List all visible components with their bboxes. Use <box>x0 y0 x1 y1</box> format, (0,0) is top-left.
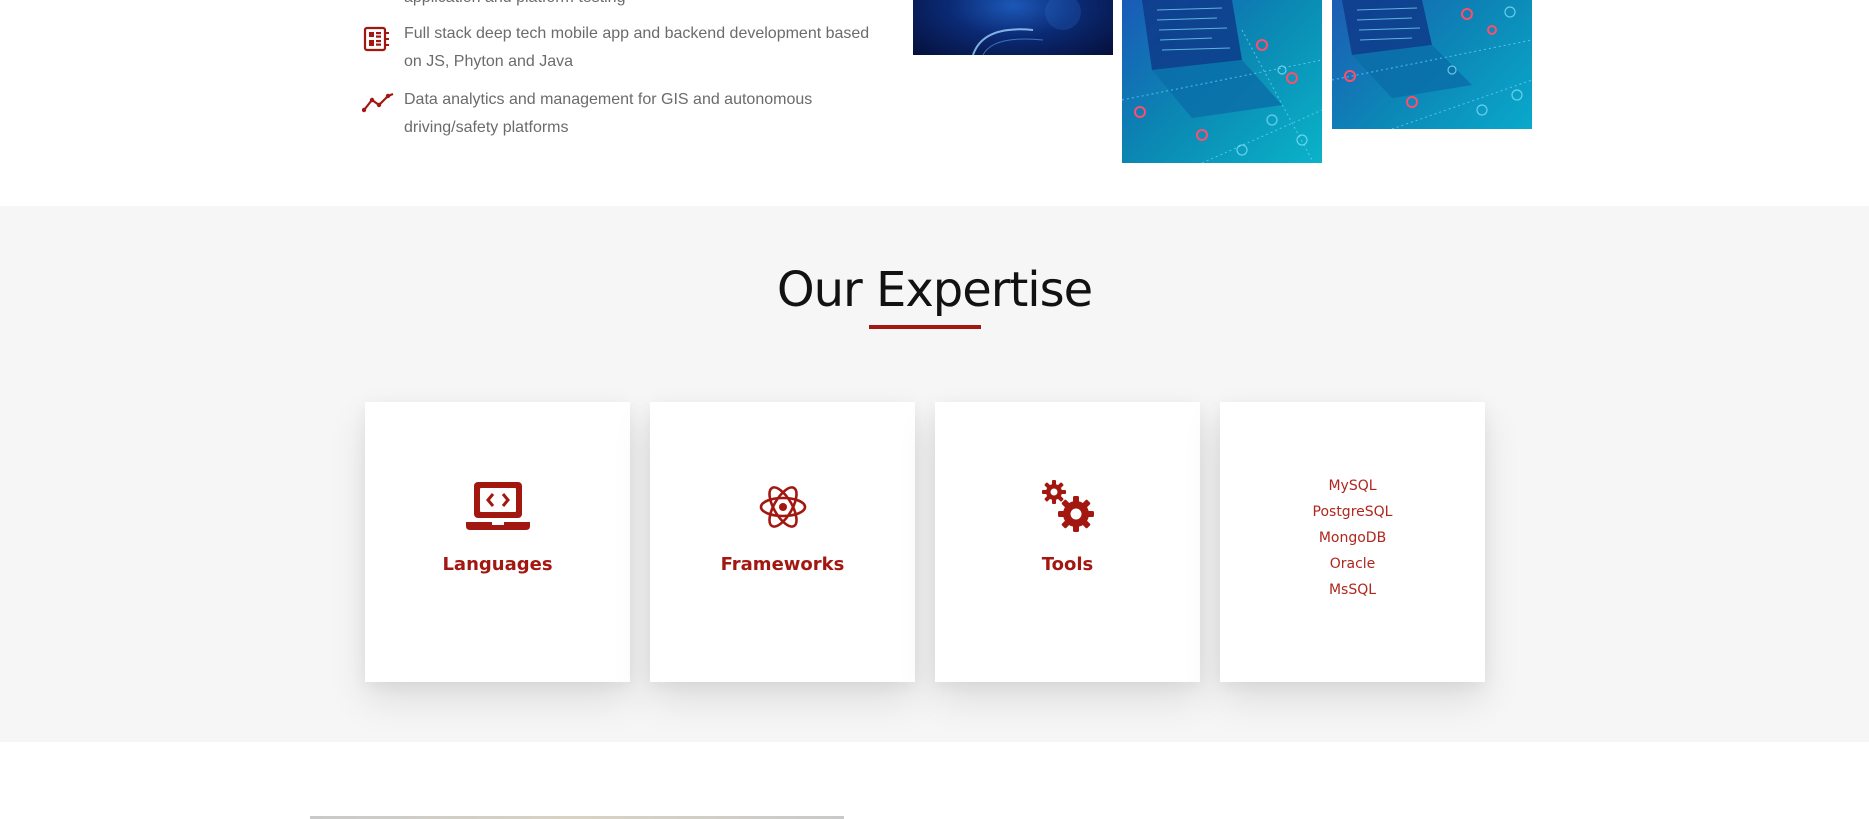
laptop-code-icon <box>465 480 530 537</box>
feature-item-testing: application and platform testing <box>360 0 880 10</box>
expertise-section: Our Expertise Languages Frameworks Tools… <box>0 206 1869 742</box>
card-label: Frameworks <box>720 554 845 575</box>
section-title: Our Expertise <box>776 262 1093 318</box>
card-tools[interactable]: Tools <box>935 402 1200 682</box>
card-label: Tools <box>1041 554 1094 575</box>
tech-image-globe <box>913 0 1113 55</box>
atom-icon <box>757 480 809 539</box>
database-item: Oracle <box>1329 556 1376 572</box>
feature-item-analytics: Data analytics and management for GIS an… <box>360 86 880 142</box>
card-languages[interactable]: Languages <box>365 402 630 682</box>
card-databases[interactable]: MySQL PostgreSQL MongoDB Oracle MsSQL <box>1220 402 1485 682</box>
database-item: MySQL <box>1328 478 1377 494</box>
tech-image-laptop <box>1122 0 1322 163</box>
database-list: MySQL PostgreSQL MongoDB Oracle MsSQL <box>1220 473 1485 603</box>
feature-text: application and platform testing <box>404 0 880 12</box>
feature-text: Data analytics and management for GIS an… <box>404 91 813 136</box>
gears-icon <box>1041 480 1094 537</box>
database-item: PostgreSQL <box>1312 504 1393 520</box>
title-underline <box>869 325 981 329</box>
trend-line-icon <box>361 92 394 120</box>
card-label: Languages <box>442 554 553 575</box>
tech-image-laptop-2 <box>1332 0 1532 129</box>
circuit-board-icon <box>362 26 394 54</box>
database-item: MsSQL <box>1328 582 1377 598</box>
database-item: MongoDB <box>1318 530 1387 546</box>
feature-list: application and platform testing Full st… <box>360 0 880 152</box>
feature-item-fullstack: Full stack deep tech mobile app and back… <box>360 20 880 76</box>
card-frameworks[interactable]: Frameworks <box>650 402 915 682</box>
feature-text: Full stack deep tech mobile app and back… <box>404 25 870 70</box>
